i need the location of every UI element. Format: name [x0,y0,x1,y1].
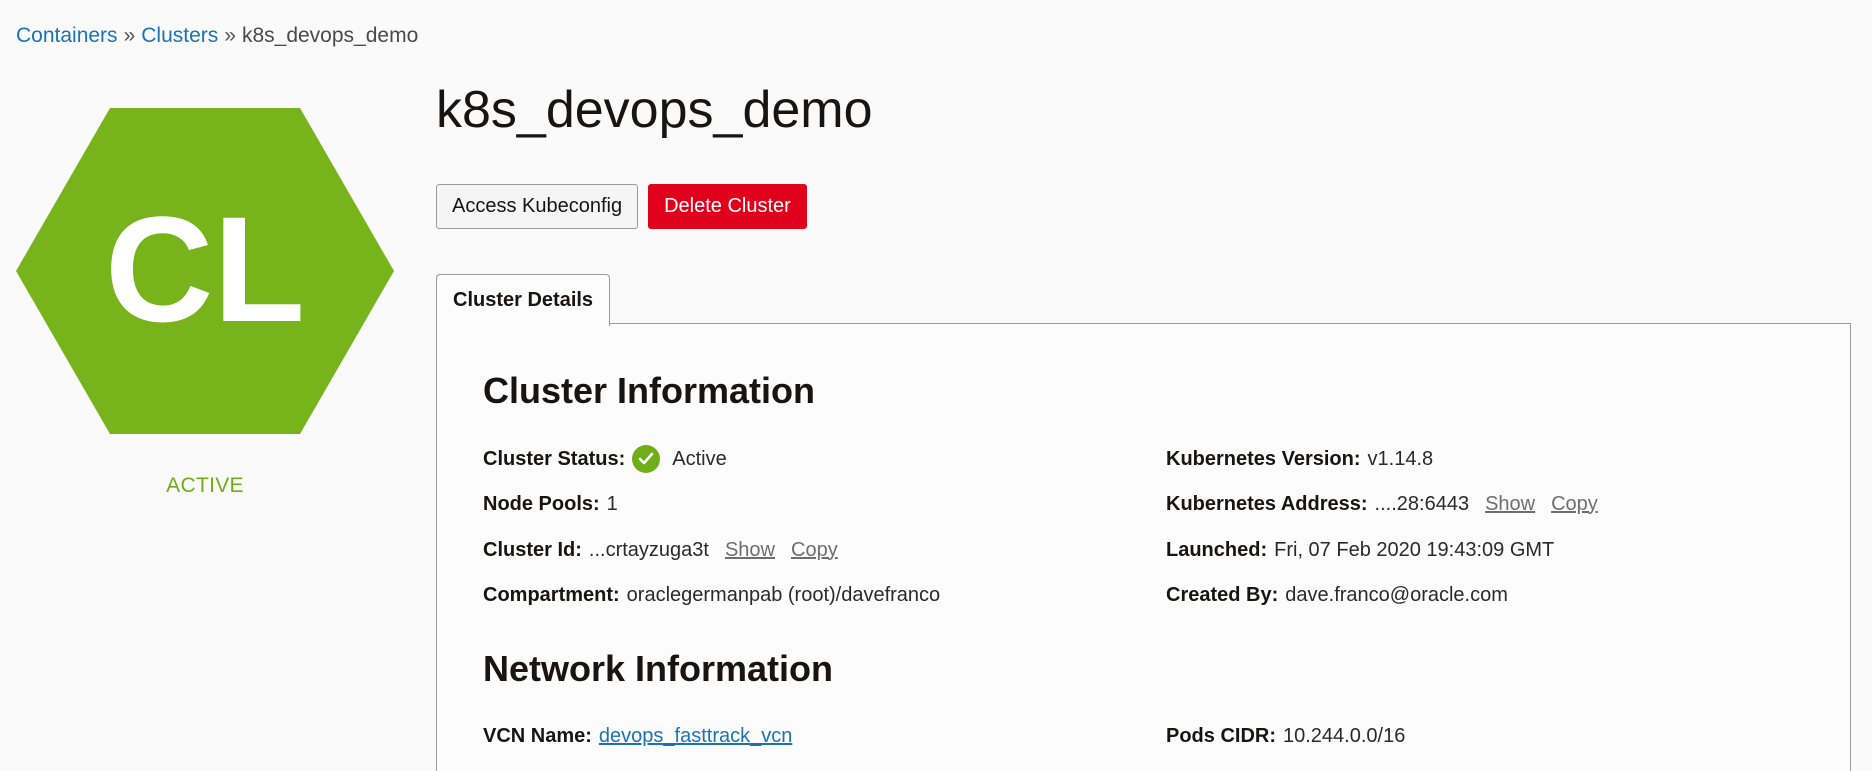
network-information-heading: Network Information [483,648,834,689]
check-circle-icon [632,445,661,473]
compartment-value: oraclegermanpab (root)/davefranco [626,583,941,606]
kubernetes-version-row: Kubernetes Version: v1.14.8 [1166,444,1433,474]
launched-label: Launched: [1166,538,1268,561]
hexagon-icon: CL [16,108,394,434]
breadcrumb-separator: » [224,24,236,47]
kubernetes-address-value: ....28:6443 [1374,492,1470,515]
kubernetes-address-copy-link[interactable]: Copy [1551,493,1598,516]
tab-cluster-details[interactable]: Cluster Details [436,274,611,326]
pods-cidr-label: Pods CIDR: [1166,724,1276,747]
cluster-logo-initials: CL [105,185,305,353]
action-bar: Access Kubeconfig Delete Cluster [436,184,807,229]
vcn-name-link[interactable]: devops_fasttrack_vcn [599,725,792,748]
cluster-status-label: Cluster Status: [483,447,626,470]
launched-value: Fri, 07 Feb 2020 19:43:09 GMT [1274,538,1555,561]
vcn-name-label: VCN Name: [483,724,592,747]
cluster-id-value: ...crtayzuga3t [588,538,709,561]
cluster-id-row: Cluster Id: ...crtayzuga3t Show Copy [483,535,838,565]
cluster-id-label: Cluster Id: [483,538,582,561]
node-pools-label: Node Pools: [483,492,600,515]
cluster-id-copy-link[interactable]: Copy [791,539,838,562]
kubernetes-address-row: Kubernetes Address: ....28:6443 Show Cop… [1166,489,1598,519]
compartment-row: Compartment: oraclegermanpab (root)/dave… [483,580,940,610]
kubernetes-address-show-link[interactable]: Show [1485,493,1535,516]
cluster-logo: CL [16,108,394,434]
cluster-status-value: Active [672,447,727,470]
kubernetes-version-value: v1.14.8 [1367,447,1434,470]
cluster-status-row: Cluster Status: Active [483,444,727,474]
launched-row: Launched: Fri, 07 Feb 2020 19:43:09 GMT [1166,535,1554,565]
page-title: k8s_devops_demo [436,81,873,139]
created-by-row: Created By: dave.franco@oracle.com [1166,580,1508,610]
pods-cidr-value: 10.244.0.0/16 [1283,724,1406,747]
node-pools-value: 1 [606,492,618,515]
cluster-id-show-link[interactable]: Show [725,539,775,562]
cluster-information-heading: Cluster Information [483,370,816,411]
created-by-value: dave.franco@oracle.com [1285,583,1508,606]
pods-cidr-row: Pods CIDR: 10.244.0.0/16 [1166,721,1405,751]
vcn-name-row: VCN Name: devops_fasttrack_vcn [483,721,792,751]
breadcrumb-containers-link[interactable]: Containers [16,24,118,47]
access-kubeconfig-button[interactable]: Access Kubeconfig [436,184,639,229]
breadcrumb: Containers» Clusters» k8s_devops_demo [16,24,418,48]
breadcrumb-separator: » [123,24,136,47]
cluster-state-label: ACTIVE [166,474,244,497]
delete-cluster-button[interactable]: Delete Cluster [648,184,807,229]
compartment-label: Compartment: [483,583,620,606]
created-by-label: Created By: [1166,583,1279,606]
breadcrumb-current: k8s_devops_demo [241,24,419,47]
kubernetes-version-label: Kubernetes Version: [1166,447,1361,470]
kubernetes-address-label: Kubernetes Address: [1166,492,1368,515]
breadcrumb-clusters-link[interactable]: Clusters [141,24,218,47]
node-pools-row: Node Pools: 1 [483,489,618,519]
